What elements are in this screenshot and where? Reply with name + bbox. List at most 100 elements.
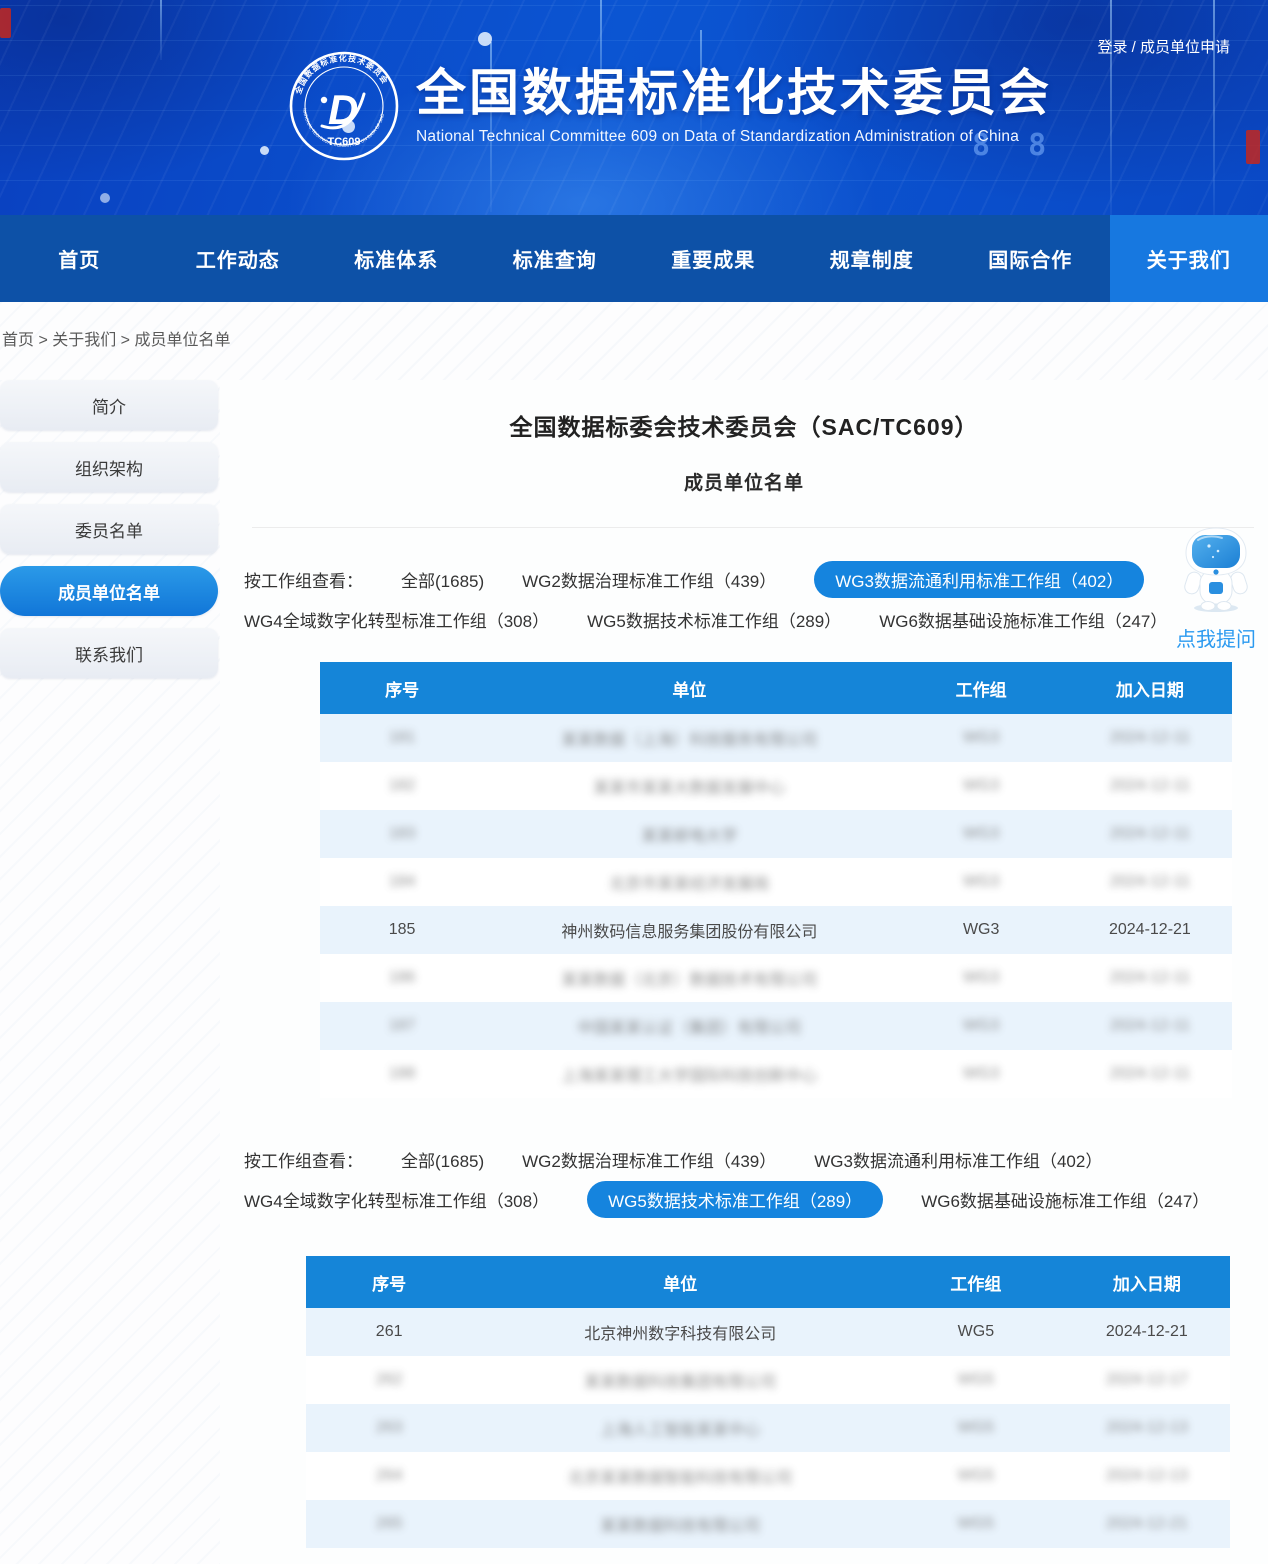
table-cell: WG3	[895, 858, 1068, 906]
table-cell: 2024-12-17	[1064, 1356, 1230, 1404]
main-nav: 首页工作动态标准体系标准查询重要成果规章制度国际合作关于我们	[0, 215, 1268, 302]
nav-item[interactable]: 重要成果	[634, 215, 793, 302]
member-list-section: 按工作组查看：全部(1685)WG2数据治理标准工作组（439）WG3数据流通利…	[220, 562, 1268, 1098]
table-cell: 神州数码信息服务集团股份有限公司	[484, 906, 894, 954]
assistant-widget[interactable]: 点我提问	[1170, 526, 1262, 652]
table-cell: 2024-12-13	[1064, 1452, 1230, 1500]
nav-item[interactable]: 国际合作	[951, 215, 1110, 302]
filter-label: 按工作组查看：	[244, 1147, 363, 1172]
sidebar: 简介组织架构委员名单成员单位名单联系我们	[0, 380, 220, 678]
table-cell: 2024-12-21	[1064, 1500, 1230, 1548]
cell-text: 上海某某理工大学国际科技创新中心	[561, 1068, 817, 1085]
nav-item[interactable]: 首页	[0, 215, 159, 302]
table-row[interactable]: 264北京某某数据智能科技有限公司WG52024-12-13	[306, 1452, 1230, 1500]
table-row[interactable]: 183 某某邮电大学 WG3 2024-12-11	[320, 810, 1232, 858]
assistant-label[interactable]: 点我提问	[1170, 623, 1262, 652]
table-cell: 265	[306, 1500, 472, 1548]
page-subtitle: 成员单位名单	[220, 468, 1268, 495]
cell-text: WG3	[963, 729, 999, 746]
cell-text: 2024-12-21	[1106, 1515, 1188, 1532]
cell-text: 183	[389, 825, 416, 842]
sidebar-item[interactable]: 委员名单	[0, 504, 218, 554]
breadcrumb: 首页 > 关于我们 > 成员单位名单	[0, 302, 1268, 380]
filter-workgroup[interactable]: WG4全域数字化转型标准工作组（308）	[244, 607, 549, 632]
cell-text: 181	[389, 729, 416, 746]
table-cell: 2024-12-21	[1064, 1308, 1230, 1356]
table-row[interactable]: 182某某市某某大数据发展中心WG32024-12-11	[320, 762, 1232, 810]
filter-row: WG4全域数字化转型标准工作组（308） WG5数据技术标准工作组（289） WG6…	[244, 602, 1268, 636]
cell-text: WG3	[963, 1017, 999, 1034]
table-row[interactable]: 185神州数码信息服务集团股份有限公司WG32024-12-21	[320, 906, 1232, 954]
table-cell: 某某数据（上海）科技服务有限公司	[484, 714, 894, 762]
table-row[interactable]: 262某某数据科技集团有限公司WG52024-12-17	[306, 1356, 1230, 1404]
filter-workgroup[interactable]: 全部(1685)	[401, 567, 484, 592]
table-cell: WG3	[895, 810, 1068, 858]
table-cell: WG3	[895, 906, 1068, 954]
table-cell: 某某市某某大数据发展中心	[484, 762, 894, 810]
cell-text: 2024-12-11	[1110, 969, 1191, 986]
table-row[interactable]: 263上海人工智能某某中心WG52024-12-13	[306, 1404, 1230, 1452]
table-cell: 264	[306, 1452, 472, 1500]
filter-workgroup[interactable]: WG4全域数字化转型标准工作组（308）	[244, 1187, 549, 1212]
cell-text: 2024-12-11	[1110, 1065, 1191, 1082]
table-cell: 上海人工智能某某中心	[472, 1404, 888, 1452]
cell-text: 2024-12-11	[1110, 1017, 1191, 1034]
filter-workgroup[interactable]: WG3数据流通利用标准工作组（402）	[814, 561, 1144, 598]
sidebar-item[interactable]: 简介	[0, 380, 218, 430]
cell-text: WG3	[963, 825, 999, 842]
filter-workgroup[interactable]: WG6数据基础设施标准工作组（247）	[921, 1187, 1209, 1212]
sidebar-item[interactable]: 联系我们	[0, 628, 218, 678]
table-cell: WG5	[888, 1308, 1064, 1356]
table-row[interactable]: 261北京神州数字科技有限公司WG52024-12-21	[306, 1308, 1230, 1356]
table-cell: WG3	[895, 714, 1068, 762]
table-row[interactable]: 181 某某数据（上海）科技服务有限公司 WG3 2024-12-11	[320, 714, 1232, 762]
table-cell: 某某邮电大学	[484, 810, 894, 858]
table-cell: WG3	[895, 954, 1068, 1002]
cell-text: 某某数据（北京）数据技术有限公司	[561, 972, 817, 989]
filter-workgroup[interactable]: WG5数据技术标准工作组（289）	[587, 1181, 883, 1218]
cell-text: WG3	[963, 921, 999, 938]
nav-item[interactable]: 标准体系	[317, 215, 476, 302]
member-table: 序号单位工作组加入日期 181 某某数据（上海）科技服务有限公司 WG3 2024-12…	[320, 662, 1232, 1098]
filter-workgroup[interactable]: WG3数据流通利用标准工作组（402）	[814, 1147, 1102, 1172]
filter-workgroup[interactable]: 全部(1685)	[401, 1147, 484, 1172]
table-cell: 北京市某某经济发展局	[484, 858, 894, 906]
cell-text: 2024-12-11	[1110, 729, 1191, 746]
table-cell: 2024-12-11	[1068, 1050, 1232, 1098]
nav-item[interactable]: 标准查询	[476, 215, 635, 302]
table-cell: 2024-12-21	[1068, 906, 1232, 954]
table-cell: WG3	[895, 762, 1068, 810]
table-row[interactable]: 186某某数据（北京）数据技术有限公司WG32024-12-11	[320, 954, 1232, 1002]
page-title: 全国数据标委会技术委员会（SAC/TC609）	[220, 408, 1268, 442]
table-cell: WG3	[895, 1002, 1068, 1050]
table-header-cell: 序号	[320, 662, 484, 714]
cell-text: 2024-12-11	[1110, 777, 1191, 794]
table-row[interactable]: 184北京市某某经济发展局WG32024-12-11	[320, 858, 1232, 906]
cell-text: 2024-12-11	[1110, 825, 1191, 842]
cell-text: 2024-12-21	[1109, 921, 1191, 938]
table-cell: 183	[320, 810, 484, 858]
table-row[interactable]: 188上海某某理工大学国际科技创新中心WG32024-12-11	[320, 1050, 1232, 1098]
table-header-cell: 工作组	[888, 1256, 1064, 1308]
table-header-row: 序号单位工作组加入日期	[320, 662, 1232, 714]
filter-workgroup[interactable]: WG5数据技术标准工作组（289）	[587, 607, 841, 632]
cell-text: 中国某某认证（集团）有限公司	[577, 1020, 801, 1037]
cell-text: 265	[376, 1515, 403, 1532]
divider	[252, 527, 1254, 528]
table-cell: 187	[320, 1002, 484, 1050]
filter-workgroup[interactable]: WG6数据基础设施标准工作组（247）	[879, 607, 1167, 632]
login-link[interactable]: 登录 / 成员单位申请	[1097, 36, 1230, 57]
sidebar-item[interactable]: 成员单位名单	[0, 566, 218, 616]
cell-text: WG5	[958, 1371, 994, 1388]
sidebar-item[interactable]: 组织架构	[0, 442, 218, 492]
table-row[interactable]: 265某某数据科技有限公司WG52024-12-21	[306, 1500, 1230, 1548]
cell-text: WG5	[958, 1323, 994, 1340]
content-area: 全国数据标委会技术委员会（SAC/TC609） 成员单位名单	[220, 380, 1268, 1564]
filter-workgroup[interactable]: WG2数据治理标准工作组（439）	[522, 567, 776, 592]
nav-item[interactable]: 规章制度	[793, 215, 952, 302]
filter-workgroup[interactable]: WG2数据治理标准工作组（439）	[522, 1147, 776, 1172]
nav-item[interactable]: 关于我们	[1110, 215, 1268, 302]
nav-item[interactable]: 工作动态	[159, 215, 318, 302]
cell-text: 某某数据（上海）科技服务有限公司	[561, 732, 817, 749]
table-row[interactable]: 187 中国某某认证（集团）有限公司 WG3 2024-12-11	[320, 1002, 1232, 1050]
